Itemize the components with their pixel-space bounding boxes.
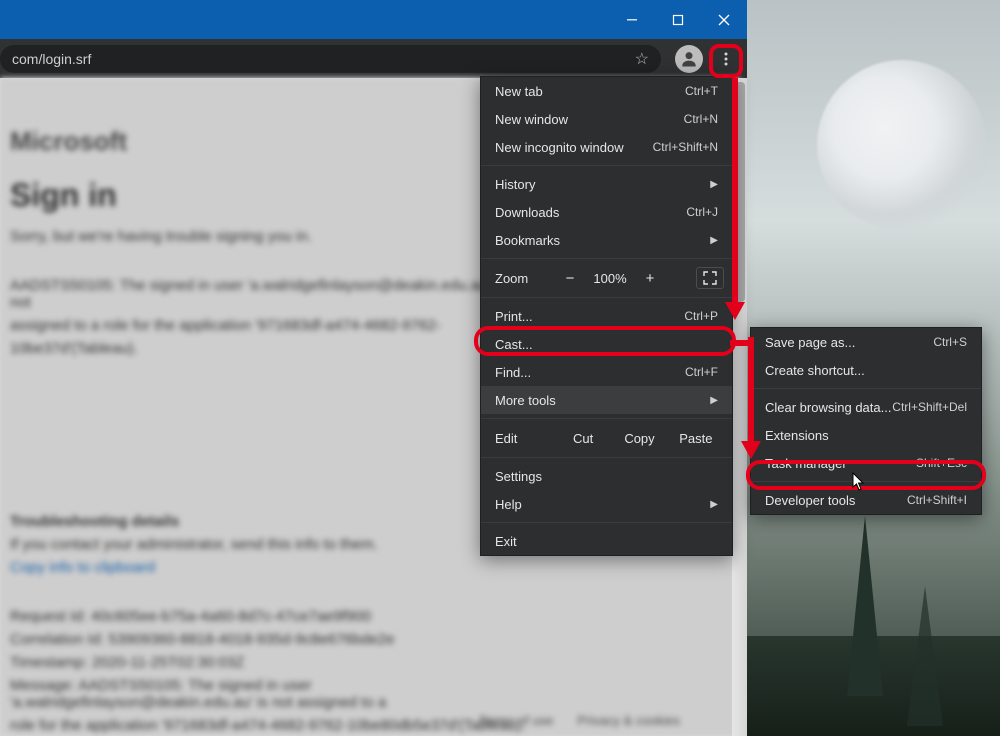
submenu-item-save-page-as[interactable]: Save page as... Ctrl+S xyxy=(751,328,981,356)
window-titlebar[interactable] xyxy=(0,0,747,39)
menu-shortcut: Ctrl+Shift+N xyxy=(653,140,718,154)
mouse-cursor-icon xyxy=(852,472,866,492)
menu-label: Bookmarks xyxy=(495,233,560,248)
menu-label: Settings xyxy=(495,469,542,484)
menu-shortcut: Shift+Esc xyxy=(916,456,967,470)
menu-item-find[interactable]: Find... Ctrl+F xyxy=(481,358,732,386)
menu-label: Find... xyxy=(495,365,531,380)
menu-item-downloads[interactable]: Downloads Ctrl+J xyxy=(481,198,732,226)
browser-main-menu: New tab Ctrl+T New window Ctrl+N New inc… xyxy=(480,76,733,556)
menu-label: Help xyxy=(495,497,522,512)
submenu-arrow-icon: ▶ xyxy=(710,499,718,510)
zoom-in-button[interactable]: + xyxy=(635,270,665,287)
menu-item-help[interactable]: Help ▶ xyxy=(481,490,732,518)
menu-item-history[interactable]: History ▶ xyxy=(481,170,732,198)
menu-shortcut: Ctrl+Shift+I xyxy=(907,493,967,507)
menu-label: Edit xyxy=(495,431,555,446)
menu-shortcut: Ctrl+F xyxy=(685,365,718,379)
menu-label: History xyxy=(495,177,535,192)
menu-separator xyxy=(481,457,732,458)
menu-edit-row: Edit Cut Copy Paste xyxy=(481,423,732,453)
menu-separator xyxy=(481,258,732,259)
menu-label: Developer tools xyxy=(765,493,855,508)
more-tools-submenu: Save page as... Ctrl+S Create shortcut..… xyxy=(750,327,982,515)
menu-shortcut: Ctrl+P xyxy=(684,309,718,323)
wallpaper-tree xyxy=(847,516,883,696)
menu-label: Create shortcut... xyxy=(765,363,865,378)
menu-separator xyxy=(481,297,732,298)
menu-item-cast[interactable]: Cast... xyxy=(481,330,732,358)
submenu-arrow-icon: ▶ xyxy=(710,235,718,246)
wallpaper-tree xyxy=(907,586,943,726)
menu-shortcut: Ctrl+S xyxy=(933,335,967,349)
menu-item-incognito[interactable]: New incognito window Ctrl+Shift+N xyxy=(481,133,732,161)
menu-label: Extensions xyxy=(765,428,829,443)
menu-item-more-tools[interactable]: More tools ▶ xyxy=(481,386,732,414)
url-text: com/login.srf xyxy=(12,51,91,67)
zoom-out-button[interactable]: − xyxy=(555,270,585,287)
vertical-scrollbar[interactable] xyxy=(732,78,747,736)
menu-separator xyxy=(481,418,732,419)
submenu-item-extensions[interactable]: Extensions xyxy=(751,421,981,449)
window-maximize-button[interactable] xyxy=(655,0,701,39)
menu-zoom-row: Zoom − 100% + xyxy=(481,263,732,293)
menu-kebab-icon[interactable] xyxy=(711,44,741,74)
scrollbar-thumb[interactable] xyxy=(734,82,745,302)
menu-item-settings[interactable]: Settings xyxy=(481,462,732,490)
submenu-item-create-shortcut[interactable]: Create shortcut... xyxy=(751,356,981,384)
menu-separator xyxy=(481,522,732,523)
menu-item-new-tab[interactable]: New tab Ctrl+T xyxy=(481,77,732,105)
menu-shortcut: Ctrl+Shift+Del xyxy=(892,400,967,414)
submenu-arrow-icon: ▶ xyxy=(710,179,718,190)
menu-item-new-window[interactable]: New window Ctrl+N xyxy=(481,105,732,133)
menu-shortcut: Ctrl+T xyxy=(685,84,718,98)
fullscreen-icon[interactable] xyxy=(696,267,724,289)
menu-item-bookmarks[interactable]: Bookmarks ▶ xyxy=(481,226,732,254)
browser-toolbar: com/login.srf ☆ xyxy=(0,39,747,78)
menu-label: New tab xyxy=(495,84,543,99)
edit-copy-button[interactable]: Copy xyxy=(611,431,667,446)
submenu-item-clear-browsing-data[interactable]: Clear browsing data... Ctrl+Shift+Del xyxy=(751,393,981,421)
menu-item-exit[interactable]: Exit xyxy=(481,527,732,555)
menu-separator xyxy=(751,388,981,389)
menu-label: New incognito window xyxy=(495,140,624,155)
menu-label: Zoom xyxy=(495,271,555,286)
menu-label: New window xyxy=(495,112,568,127)
menu-label: Exit xyxy=(495,534,517,549)
edit-cut-button[interactable]: Cut xyxy=(555,431,611,446)
menu-separator xyxy=(481,165,732,166)
menu-label: More tools xyxy=(495,393,556,408)
wallpaper-moon xyxy=(817,60,987,230)
menu-item-print[interactable]: Print... Ctrl+P xyxy=(481,302,732,330)
menu-shortcut: Ctrl+N xyxy=(684,112,718,126)
profile-avatar-icon[interactable] xyxy=(675,45,703,73)
zoom-percent: 100% xyxy=(585,271,635,286)
window-minimize-button[interactable] xyxy=(609,0,655,39)
menu-separator xyxy=(751,481,981,482)
menu-label: Downloads xyxy=(495,205,559,220)
window-close-button[interactable] xyxy=(701,0,747,39)
submenu-item-developer-tools[interactable]: Developer tools Ctrl+Shift+I xyxy=(751,486,981,514)
menu-label: Clear browsing data... xyxy=(765,400,891,415)
address-bar[interactable]: com/login.srf ☆ xyxy=(0,45,661,73)
menu-label: Print... xyxy=(495,309,533,324)
submenu-item-task-manager[interactable]: Task manager Shift+Esc xyxy=(751,449,981,477)
bookmark-star-icon[interactable]: ☆ xyxy=(635,49,649,69)
menu-shortcut: Ctrl+J xyxy=(686,205,718,219)
submenu-arrow-icon: ▶ xyxy=(710,395,718,406)
menu-label: Cast... xyxy=(495,337,533,352)
edit-paste-button[interactable]: Paste xyxy=(668,431,724,446)
menu-label: Task manager xyxy=(765,456,847,471)
menu-label: Save page as... xyxy=(765,335,855,350)
